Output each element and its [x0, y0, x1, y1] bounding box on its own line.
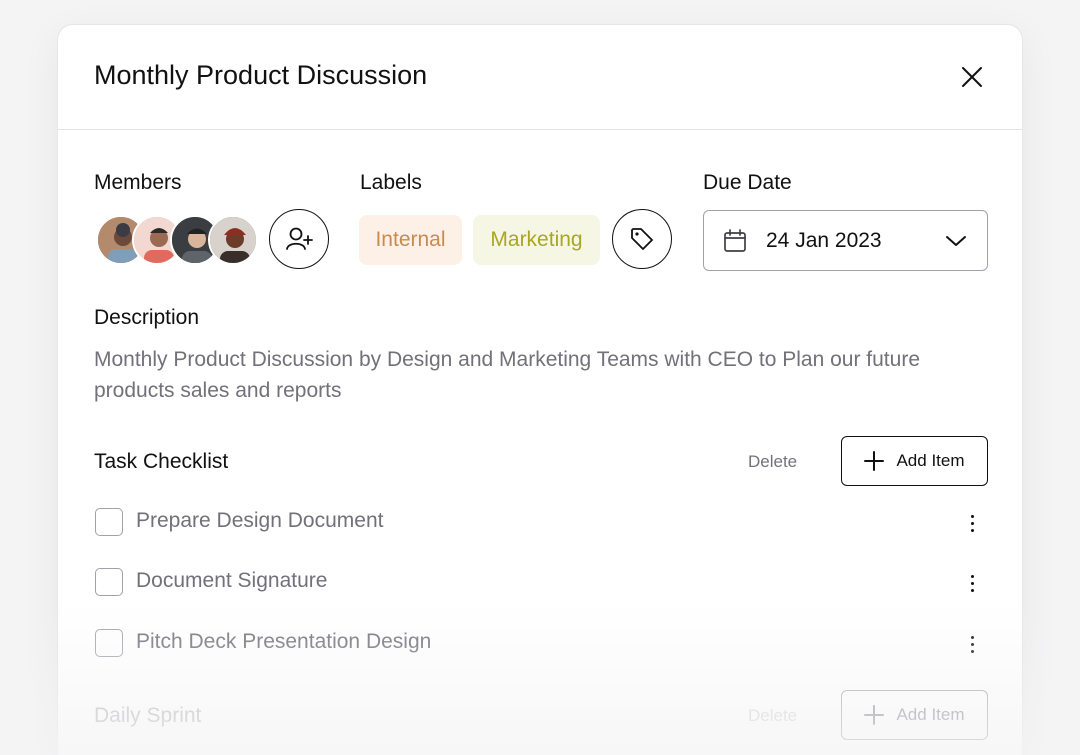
more-vertical-icon [970, 635, 974, 639]
close-icon [962, 67, 982, 87]
delete-sprint-button[interactable]: Delete [748, 706, 797, 726]
add-item-label: Add Item [896, 705, 965, 724]
task-row: Prepare Design Document [94, 508, 984, 538]
calendar-icon [724, 228, 746, 252]
add-label-button[interactable] [612, 209, 672, 269]
description-text: Monthly Product Discussion by Design and… [94, 348, 920, 402]
due-date-label: Due Date [703, 171, 792, 194]
more-vertical-icon [970, 514, 974, 518]
add-item-label: Add Item [896, 451, 965, 470]
task-label: Document Signature [136, 569, 328, 592]
add-item-button[interactable]: Add Item [841, 436, 988, 486]
plus-icon [864, 705, 885, 725]
description-label: Description [94, 306, 200, 329]
task-row: Document Signature [94, 568, 984, 598]
tag-icon [631, 228, 653, 250]
add-user-icon [286, 227, 313, 250]
task-menu-button[interactable] [960, 629, 984, 659]
members-label: Members [94, 171, 182, 194]
label-chip-text: Marketing [490, 228, 583, 251]
task-checkbox[interactable] [95, 508, 123, 536]
task-menu-button[interactable] [960, 508, 984, 538]
modal-header: Monthly Product Discussion [58, 25, 1022, 130]
task-label: Pitch Deck Presentation Design [136, 630, 432, 653]
modal-title: Monthly Product Discussion [94, 60, 428, 90]
member-avatars [96, 215, 258, 265]
label-chip-text: Internal [375, 228, 446, 251]
add-sprint-item-button[interactable]: Add Item [841, 690, 988, 740]
plus-icon [864, 451, 885, 471]
due-date-select[interactable]: 24 Jan 2023 [703, 210, 988, 271]
label-chip-internal[interactable]: Internal [359, 215, 462, 265]
task-menu-button[interactable] [960, 568, 984, 598]
daily-sprint-title: Daily Sprint [94, 704, 202, 727]
delete-checklist-button[interactable]: Delete [748, 452, 797, 472]
task-label: Prepare Design Document [136, 509, 384, 532]
task-row: Pitch Deck Presentation Design [94, 629, 984, 659]
chevron-down-icon [946, 235, 966, 246]
task-checklist-title: Task Checklist [94, 450, 229, 473]
close-button[interactable] [958, 63, 986, 91]
task-checkbox[interactable] [95, 568, 123, 596]
task-checkbox[interactable] [95, 629, 123, 657]
add-member-button[interactable] [269, 209, 329, 269]
label-chip-marketing[interactable]: Marketing [473, 215, 600, 265]
more-vertical-icon [970, 574, 974, 578]
avatar[interactable] [208, 215, 258, 265]
labels-label: Labels [360, 171, 422, 194]
task-modal: Monthly Product Discussion Members Label… [57, 24, 1023, 755]
due-date-value: 24 Jan 2023 [766, 228, 882, 252]
